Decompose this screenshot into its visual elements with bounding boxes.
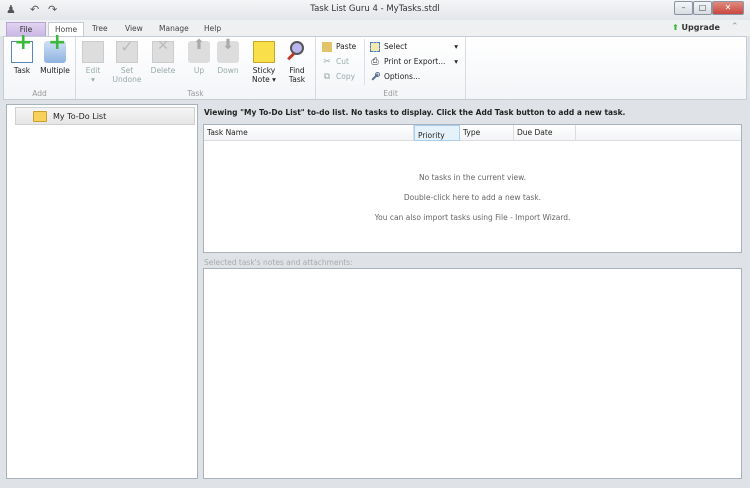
tab-manage[interactable]: Manage <box>153 22 195 37</box>
delete-icon: ✕ <box>152 39 174 63</box>
print-export-dropdown[interactable]: ⎙ Print or Export... ▾ <box>370 55 458 69</box>
tab-view[interactable]: View <box>119 22 149 37</box>
copy-icon: ⧉ <box>323 72 331 82</box>
group-task: Edit ▾ ✓ Set Undone ✕ Delete ⬆ Up ⬇ Down Stick… <box>76 37 316 99</box>
tree-item-my-to-do-list[interactable]: My To-Do List <box>15 107 195 125</box>
window-title: Task List Guru 4 - MyTasks.stdl <box>310 4 440 14</box>
wrench-icon <box>370 72 380 82</box>
up-arrow-icon: ⬆ <box>672 23 679 32</box>
column-type[interactable]: Type <box>460 125 514 141</box>
group-label-edit: Edit <box>383 89 398 98</box>
add-multiple-button[interactable]: + Multiple <box>38 32 72 76</box>
folder-icon <box>33 111 47 122</box>
options-button[interactable]: Options... <box>370 70 458 84</box>
set-undone-button[interactable]: ✓ Set Undone <box>110 39 144 85</box>
plus-icon: + <box>11 32 33 63</box>
cut-button[interactable]: ✂ Cut <box>322 55 362 69</box>
ribbon-tabs: File Home Tree View Manage Help ⬆ Upgrad… <box>0 20 750 37</box>
column-task-name[interactable]: Task Name <box>204 125 414 141</box>
multiple-plus-icon: + <box>44 32 66 63</box>
arrow-down-icon: ⬇ <box>217 38 239 63</box>
select-dropdown[interactable]: Select ▾ <box>370 40 458 54</box>
notes-area[interactable] <box>203 268 742 479</box>
delete-button[interactable]: ✕ Delete <box>146 39 180 75</box>
group-add: + Task + Multiple Add <box>4 32 76 99</box>
magnifier-icon <box>286 41 308 63</box>
tab-help[interactable]: Help <box>198 22 227 37</box>
upgrade-button[interactable]: ⬆ Upgrade <box>672 23 720 32</box>
column-priority[interactable]: Priority <box>414 125 460 141</box>
add-task-button[interactable]: + Task <box>8 32 36 75</box>
empty-line-2: Double-click here to add a new task. <box>403 193 542 202</box>
paste-button[interactable]: Paste <box>322 40 362 54</box>
up-button[interactable]: ⬆ Up <box>186 38 212 75</box>
paste-icon <box>322 42 332 52</box>
group-edit: Paste ✂ Cut ⧉ Copy Select ▾ ⎙ Print or Expor… <box>316 37 466 99</box>
group-label-add: Add <box>32 89 47 98</box>
column-due-date[interactable]: Due Date <box>514 125 576 141</box>
find-task-button[interactable]: Find Task <box>282 41 312 84</box>
empty-line-3: You can also import tasks using File - I… <box>374 213 571 222</box>
scissors-icon: ✂ <box>323 57 331 67</box>
collapse-ribbon-icon[interactable]: ⌃ <box>731 22 739 32</box>
title-bar: ♟ ↶ ↷ Task List Guru 4 - MyTasks.stdl – … <box>0 0 750 20</box>
task-grid[interactable]: Task Name Priority Type Due Date No task… <box>203 124 742 253</box>
minimize-button[interactable]: – <box>674 1 693 15</box>
copy-button[interactable]: ⧉ Copy <box>322 70 362 84</box>
ribbon: + Task + Multiple Add Edit ▾ ✓ Set Undone ✕… <box>3 32 747 100</box>
select-icon <box>370 42 380 52</box>
empty-line-1: No tasks in the current view. <box>419 173 526 182</box>
group-label-task: Task <box>187 89 204 98</box>
pencil-icon <box>82 41 104 63</box>
check-icon: ✓ <box>116 39 138 63</box>
close-button[interactable]: ✕ <box>712 1 744 15</box>
edit-button[interactable]: Edit ▾ <box>78 41 108 84</box>
tree-panel: My To-Do List <box>6 104 198 479</box>
status-message: Viewing "My To-Do List" to-do list. No t… <box>204 108 626 117</box>
down-button[interactable]: ⬇ Down <box>214 38 242 75</box>
printer-icon: ⎙ <box>371 57 379 67</box>
arrow-up-icon: ⬆ <box>188 38 210 63</box>
notes-label: Selected task's notes and attachments: <box>204 258 353 267</box>
sticky-note-button[interactable]: Sticky Note ▾ <box>248 41 280 84</box>
sticky-note-icon <box>253 41 275 63</box>
maximize-button[interactable]: □ <box>693 1 712 15</box>
tab-tree[interactable]: Tree <box>86 22 114 37</box>
